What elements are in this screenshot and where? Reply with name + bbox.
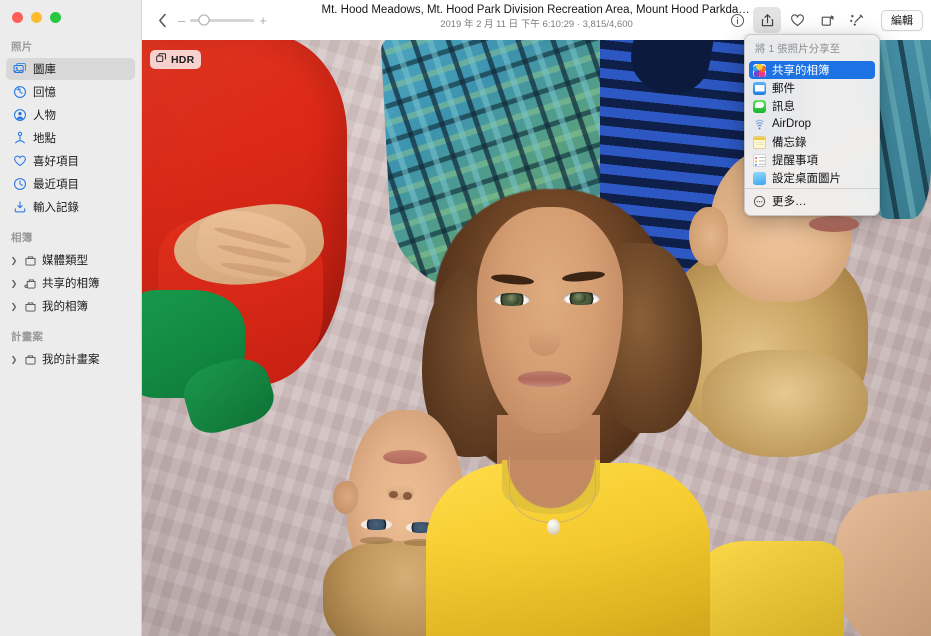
share-menu-item-reminders[interactable]: 提醒事項 xyxy=(749,151,875,169)
sidebar-item-label: 人物 xyxy=(33,110,56,122)
sidebar-section-albums-title: 相簿 xyxy=(11,232,33,244)
sidebar-item-label: 最近項目 xyxy=(33,179,79,191)
sidebar-section-photos-title: 照片 xyxy=(11,41,33,53)
import-icon xyxy=(12,200,27,215)
chevron-left-icon[interactable] xyxy=(152,8,172,32)
share-menu-item-label: 備忘錄 xyxy=(772,137,807,149)
share-menu-item-label: 共享的相簿 xyxy=(772,65,830,77)
share-menu-item-label: 提醒事項 xyxy=(772,155,818,167)
heart-icon xyxy=(12,154,27,169)
folder-icon xyxy=(23,299,38,314)
messages-app-icon xyxy=(753,99,766,113)
page-title: Mt. Hood Meadows, Mt. Hood Park Division… xyxy=(321,4,752,16)
sidebar-item-label: 輸入記錄 xyxy=(33,202,79,214)
clock-icon xyxy=(12,177,27,192)
zoom-slider-knob[interactable] xyxy=(198,14,210,26)
sidebar-item-favorites[interactable]: 喜好項目 xyxy=(6,150,135,172)
sidebar-item-label: 喜好項目 xyxy=(33,156,79,168)
share-menu-item-label: 設定桌面圖片 xyxy=(772,173,841,185)
sidebar-section-projects-title: 計畫案 xyxy=(11,331,44,343)
sidebar-item-label: 地點 xyxy=(33,133,56,145)
share-menu-item-messages[interactable]: 訊息 xyxy=(749,97,875,115)
share-menu-item-shared-album[interactable]: 共享的相簿 xyxy=(749,61,875,79)
places-pin-icon xyxy=(12,131,27,146)
minimize-button[interactable] xyxy=(31,11,42,23)
hdr-badge: HDR xyxy=(150,50,202,69)
hdr-stack-icon xyxy=(156,52,167,67)
folder-icon xyxy=(23,253,38,268)
share-menu-header: 將 1 張照片分享至 xyxy=(755,43,841,55)
page-subtitle: 2019 年 2 月 11 日 下午 6:10:29 · 3,815/4,600 xyxy=(440,19,633,30)
hdr-badge-label: HDR xyxy=(171,53,195,66)
photos-app-window: 照片 圖庫 回憶 人物 地點 喜好項目 最近項目 輸入記錄 相簿 ❯ 媒體類型 … xyxy=(0,0,931,636)
magic-wand-icon[interactable] xyxy=(843,7,871,33)
rotate-button[interactable] xyxy=(813,7,841,33)
share-menu-item-label: 更多… xyxy=(772,196,807,208)
share-menu-item-airdrop[interactable]: AirDrop xyxy=(749,115,875,133)
window-controls xyxy=(0,0,141,34)
chevron-right-icon[interactable]: ❯ xyxy=(9,302,19,311)
sidebar-item-imports[interactable]: 輸入記錄 xyxy=(6,196,135,218)
share-menu[interactable]: 將 1 張照片分享至 共享的相簿 郵件 訊息 AirDrop 備忘錄 提醒事項 … xyxy=(744,34,880,216)
photos-app-icon xyxy=(753,63,766,77)
sidebar-item-shared-albums[interactable]: ❯ 共享的相簿 xyxy=(6,272,135,294)
memories-icon xyxy=(12,85,27,100)
maximize-button[interactable] xyxy=(50,11,61,23)
sidebar-item-label: 圖庫 xyxy=(33,64,56,76)
zoom-slider[interactable]: – + xyxy=(178,14,267,27)
zoom-out-button[interactable]: – xyxy=(178,14,185,27)
sidebar: 照片 圖庫 回憶 人物 地點 喜好項目 最近項目 輸入記錄 相簿 ❯ 媒體類型 … xyxy=(0,0,142,636)
sidebar-item-label: 共享的相簿 xyxy=(42,278,100,290)
sidebar-item-label: 我的相簿 xyxy=(42,301,88,313)
airdrop-icon xyxy=(753,118,766,131)
share-menu-item-label: 郵件 xyxy=(772,83,795,95)
toolbar-left-group: – + xyxy=(152,8,267,32)
sidebar-item-my-albums[interactable]: ❯ 我的相簿 xyxy=(6,295,135,317)
share-menu-item-notes[interactable]: 備忘錄 xyxy=(749,133,875,151)
edit-button[interactable]: 編輯 xyxy=(881,9,923,31)
share-menu-item-more[interactable]: 更多… xyxy=(749,192,875,210)
share-menu-item-set-desktop-picture[interactable]: 設定桌面圖片 xyxy=(749,169,875,187)
sidebar-item-places[interactable]: 地點 xyxy=(6,127,135,149)
chevron-right-icon[interactable]: ❯ xyxy=(9,279,19,288)
favorite-button[interactable] xyxy=(783,7,811,33)
mail-app-icon xyxy=(753,81,766,95)
desktop-picture-icon xyxy=(753,171,766,185)
zoom-slider-track[interactable] xyxy=(190,14,255,26)
chevron-right-icon[interactable]: ❯ xyxy=(9,256,19,265)
sidebar-item-my-projects[interactable]: ❯ 我的計畫案 xyxy=(6,348,135,370)
sidebar-item-library[interactable]: 圖庫 xyxy=(6,58,135,80)
photo-library-icon xyxy=(12,62,27,77)
share-menu-divider xyxy=(745,188,879,189)
more-ellipsis-circle-icon xyxy=(753,195,766,208)
sidebar-item-label: 我的計畫案 xyxy=(42,354,100,366)
notes-app-icon xyxy=(753,135,766,149)
sidebar-item-label: 回憶 xyxy=(33,87,56,99)
share-menu-item-mail[interactable]: 郵件 xyxy=(749,79,875,97)
zoom-in-button[interactable]: + xyxy=(259,14,267,27)
chevron-right-icon[interactable]: ❯ xyxy=(9,355,19,364)
sidebar-item-media-types[interactable]: ❯ 媒體類型 xyxy=(6,249,135,271)
shared-folder-icon xyxy=(23,276,38,291)
toolbar-right-group: 編輯 xyxy=(723,7,923,33)
sidebar-item-recents[interactable]: 最近項目 xyxy=(6,173,135,195)
sidebar-item-people[interactable]: 人物 xyxy=(6,104,135,126)
info-button[interactable] xyxy=(723,7,751,33)
share-menu-item-label: 訊息 xyxy=(772,101,795,113)
folder-icon xyxy=(23,352,38,367)
sidebar-item-memories[interactable]: 回憶 xyxy=(6,81,135,103)
close-button[interactable] xyxy=(12,11,23,23)
sidebar-item-label: 媒體類型 xyxy=(42,255,88,267)
reminders-app-icon xyxy=(753,153,766,167)
share-button[interactable] xyxy=(753,7,781,33)
people-icon xyxy=(12,108,27,123)
share-menu-item-label: AirDrop xyxy=(772,118,811,130)
